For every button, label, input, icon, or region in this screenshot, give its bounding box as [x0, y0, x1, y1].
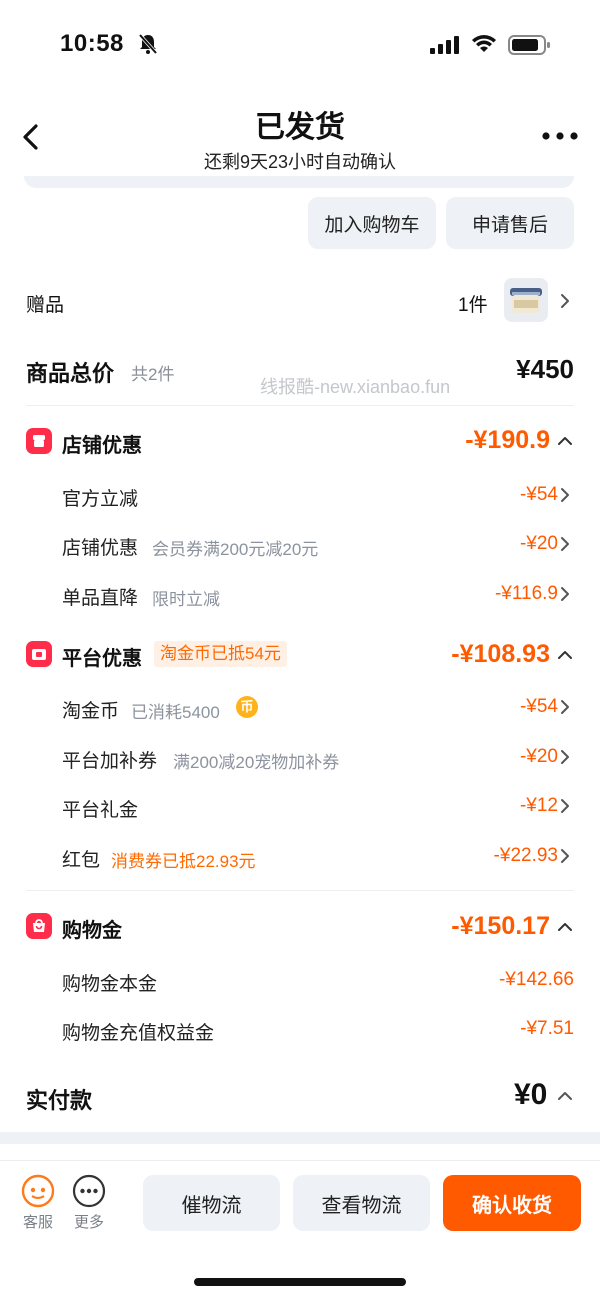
add-to-cart-button[interactable]: 加入购物车: [308, 197, 436, 249]
customer-service-button[interactable]: [18, 1174, 58, 1213]
shopping-money-bonus-label: 购物金充值权益金: [62, 1023, 215, 1044]
shopping-money-bonus-amount: -¥7.51: [520, 1018, 574, 1039]
page-title: 已发货: [255, 111, 345, 144]
watermark: 线报酷-new.xianbao.fun: [260, 377, 451, 397]
more-label: 更多: [73, 1214, 104, 1231]
platform-item-redpacket-amount[interactable]: -¥22.93: [494, 845, 558, 867]
after-sale-button[interactable]: 申请售后: [446, 197, 574, 249]
platform-item-coin-amount[interactable]: -¥54: [520, 696, 558, 718]
platform-item-coin-label: 淘金币: [62, 701, 120, 722]
paid-amount[interactable]: ¥0: [514, 1078, 547, 1112]
shop-item-store-label: 店铺优惠: [62, 538, 139, 559]
shopping-money-amount[interactable]: -¥150.17: [451, 912, 550, 941]
goods-total-count: 共2件: [131, 365, 175, 384]
shop-item-store-amount[interactable]: -¥20: [520, 533, 558, 555]
platform-item-redpacket-label: 红包: [62, 850, 101, 871]
divider: [26, 405, 574, 406]
platform-discount-title: 平台优惠: [62, 648, 142, 670]
bell-muted-icon: [138, 33, 158, 55]
battery-icon: [508, 35, 550, 55]
chevron-right-icon: [561, 750, 569, 764]
card-edge: [24, 176, 574, 188]
status-bar: 10:58: [0, 0, 600, 88]
more-icon: [72, 1174, 106, 1208]
shop-item-official-amount[interactable]: -¥54: [520, 484, 558, 506]
shopping-money-principal-label: 购物金本金: [62, 974, 158, 995]
shop-item-direct-amount[interactable]: -¥116.9: [495, 583, 558, 605]
chevron-right-icon: [561, 849, 569, 863]
platform-icon: [26, 641, 52, 667]
customer-service-icon: [21, 1174, 55, 1208]
shop-item-direct-note: 限时立减: [152, 590, 220, 609]
gift-jar-image: [510, 288, 542, 313]
shopping-money-title: 购物金: [62, 920, 122, 942]
shop-item-direct-label: 单品直降: [62, 588, 139, 609]
platform-discount-collapse-icon[interactable]: [557, 650, 573, 660]
gift-chevron-right-icon: [561, 294, 569, 308]
nav-header: 已发货 还剩9天23小时自动确认: [0, 88, 600, 180]
chevron-right-icon: [561, 700, 569, 714]
shop-icon: [26, 428, 52, 454]
shop-discount-amount[interactable]: -¥190.9: [465, 426, 550, 455]
gift-count: 1件: [458, 295, 488, 316]
more-button[interactable]: [69, 1174, 109, 1213]
platform-item-gift-amount[interactable]: -¥12: [520, 795, 558, 817]
paid-label: 实付款: [26, 1088, 93, 1113]
platform-item-coupon-note: 满200减20宠物加补券: [173, 753, 340, 772]
gift-thumbnail: [504, 278, 548, 322]
confirm-receipt-button[interactable]: 确认收货: [443, 1175, 581, 1231]
signal-icon: [430, 36, 459, 54]
chevron-right-icon: [561, 537, 569, 551]
paid-collapse-icon[interactable]: [557, 1091, 573, 1101]
shopping-money-collapse-icon[interactable]: [557, 922, 573, 932]
status-time: 10:58: [60, 30, 124, 57]
platform-item-gift-label: 平台礼金: [62, 800, 139, 821]
view-logistics-button[interactable]: 查看物流: [293, 1175, 430, 1231]
shop-item-store-note: 会员券满200元减20元: [152, 540, 319, 559]
coin-icon: 币: [236, 696, 258, 718]
section-separator: [0, 1132, 600, 1144]
platform-item-coin-note: 已消耗5400: [131, 703, 220, 722]
shop-item-official-label: 官方立减: [62, 489, 139, 510]
shopping-money-icon: [26, 913, 52, 939]
platform-item-coupon-label: 平台加补券: [62, 751, 158, 772]
shop-discount-collapse-icon[interactable]: [557, 436, 573, 446]
divider: [26, 890, 574, 891]
wifi-icon: [472, 35, 496, 52]
shop-discount-title: 店铺优惠: [62, 435, 142, 457]
platform-item-coupon-amount[interactable]: -¥20: [520, 746, 558, 768]
chevron-right-icon: [561, 488, 569, 502]
chevron-right-icon: [561, 799, 569, 813]
gift-label: 赠品: [26, 295, 65, 316]
customer-service-label: 客服: [22, 1214, 53, 1231]
platform-item-redpacket-note: 消费券已抵22.93元: [111, 852, 256, 871]
more-options-icon[interactable]: [540, 130, 580, 142]
shopping-money-principal-amount: -¥142.66: [498, 969, 574, 990]
platform-discount-amount[interactable]: -¥108.93: [451, 640, 550, 669]
chevron-right-icon: [561, 587, 569, 601]
urge-logistics-button[interactable]: 催物流: [143, 1175, 280, 1231]
goods-total-price: ¥450: [516, 354, 574, 384]
auto-confirm-countdown: 还剩9天23小时自动确认: [203, 152, 397, 172]
goods-total-label: 商品总价: [26, 361, 115, 386]
home-indicator: [194, 1278, 406, 1286]
taojinbi-badge: 淘金币已抵54元: [154, 641, 287, 667]
